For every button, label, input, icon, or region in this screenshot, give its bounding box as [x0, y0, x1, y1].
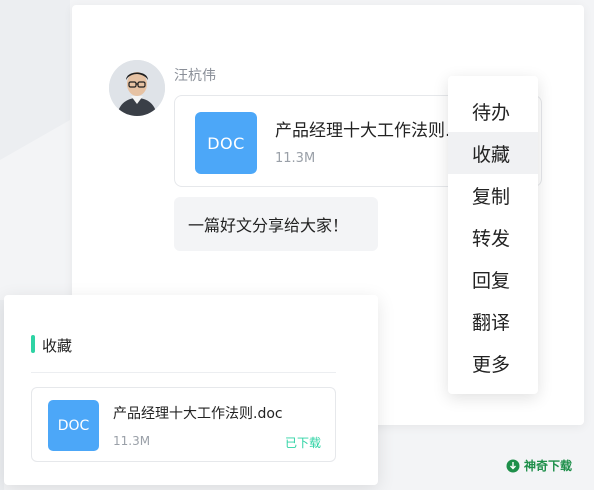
watermark-text: 神奇下载 [524, 459, 573, 473]
download-arrow-icon [506, 459, 520, 472]
sender-name: 汪杭伟 [174, 68, 216, 84]
favorite-file-size: 11.3M [113, 434, 151, 448]
menu-item-reply[interactable]: 回复 [448, 258, 538, 300]
menu-item-more[interactable]: 更多 [448, 342, 538, 384]
favorite-file-item[interactable]: DOC 产品经理十大工作法则.doc 11.3M 已下载 [31, 387, 336, 462]
site-watermark: 神奇下载 [506, 457, 572, 474]
message-context-menu: 待办 收藏 复制 转发 回复 翻译 更多 [448, 76, 538, 394]
menu-item-copy[interactable]: 复制 [448, 174, 538, 216]
file-size: 11.3M [275, 151, 316, 166]
menu-item-forward[interactable]: 转发 [448, 216, 538, 258]
title-accent-bar [31, 335, 35, 353]
download-status: 已下载 [284, 436, 321, 450]
favorite-file-name: 产品经理十大工作法则.doc [113, 406, 283, 422]
avatar[interactable] [109, 60, 165, 116]
menu-item-favorite[interactable]: 收藏 [448, 132, 538, 174]
favorites-panel: 收藏 DOC 产品经理十大工作法则.doc 11.3M 已下载 [4, 295, 378, 485]
user-avatar-icon [109, 60, 165, 116]
menu-item-todo[interactable]: 待办 [448, 90, 538, 132]
text-message-bubble[interactable]: 一篇好文分享给大家！ [174, 197, 378, 251]
favorites-title: 收藏 [42, 337, 73, 355]
doc-file-icon: DOC [195, 112, 257, 174]
doc-file-icon: DOC [48, 400, 99, 451]
divider [31, 372, 336, 373]
menu-item-translate[interactable]: 翻译 [448, 300, 538, 342]
